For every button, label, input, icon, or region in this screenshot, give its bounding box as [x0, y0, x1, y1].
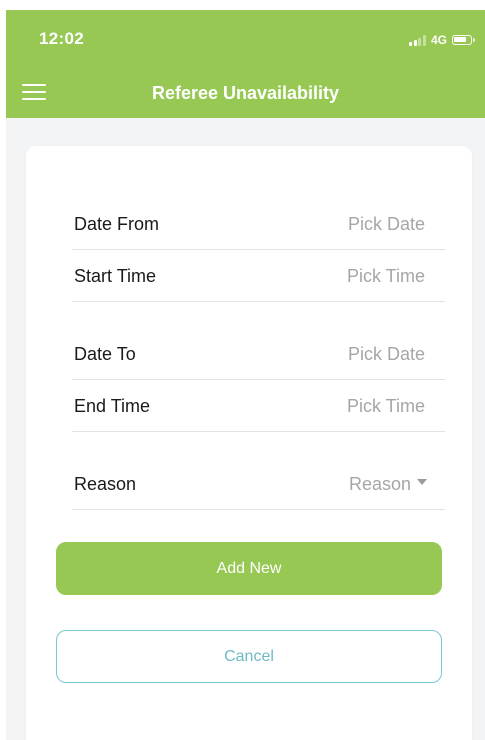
network-type: 4G: [430, 33, 447, 47]
cancel-button[interactable]: Cancel: [56, 630, 442, 683]
reason-select-value: Reason: [348, 474, 411, 494]
status-time: 12:02: [39, 29, 84, 48]
start-time-label: Start Time: [74, 266, 157, 286]
battery-icon: [452, 35, 475, 45]
end-time-row[interactable]: End Time Pick Time: [72, 382, 445, 432]
date-from-row[interactable]: Date From Pick Date: [72, 200, 445, 250]
reason-select[interactable]: Reason: [349, 474, 427, 495]
unavailability-form-card: Date From Pick Date Start Time Pick Time…: [26, 146, 472, 740]
add-new-button[interactable]: Add New: [56, 542, 442, 595]
cellular-signal-icon: [409, 34, 426, 46]
caret-down-icon: [417, 478, 427, 485]
start-time-row[interactable]: Start Time Pick Time: [72, 252, 445, 302]
date-from-label: Date From: [74, 214, 160, 234]
date-to-row[interactable]: Date To Pick Date: [72, 330, 445, 380]
app-header: 12:02 4G Referee Unavailability: [6, 10, 485, 118]
end-time-label: End Time: [74, 396, 151, 416]
app-screen: 12:02 4G Referee Unavailability Date Fro…: [6, 10, 485, 740]
status-indicators: 4G: [409, 33, 475, 47]
reason-row[interactable]: Reason Reason: [72, 460, 445, 510]
reason-label: Reason: [74, 474, 137, 494]
page-title: Referee Unavailability: [151, 83, 340, 103]
date-from-picker[interactable]: Pick Date: [348, 214, 425, 235]
date-to-label: Date To: [74, 344, 136, 364]
end-time-picker[interactable]: Pick Time: [347, 396, 425, 417]
start-time-picker[interactable]: Pick Time: [347, 266, 425, 287]
date-to-picker[interactable]: Pick Date: [348, 344, 425, 365]
